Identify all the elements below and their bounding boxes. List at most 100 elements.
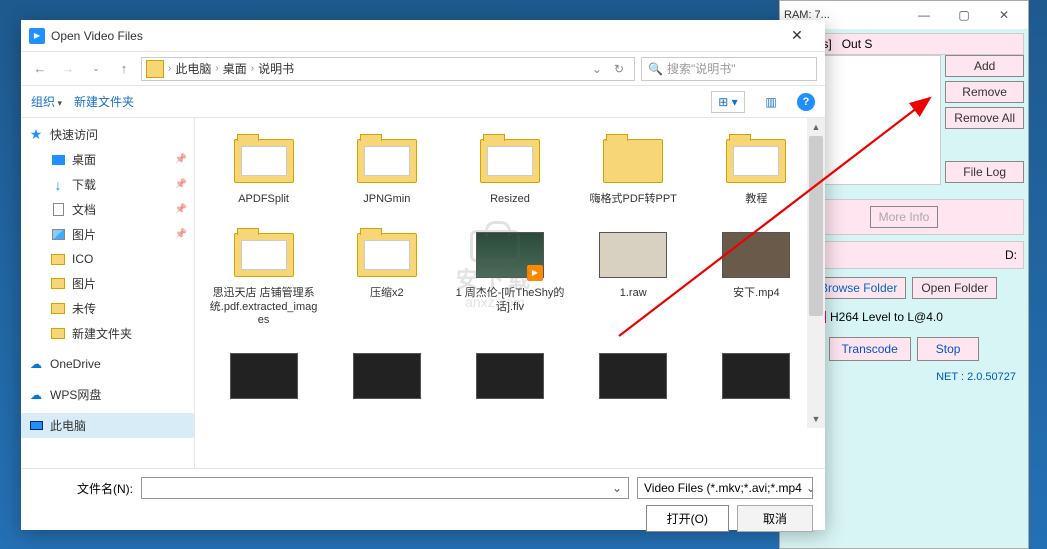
minimize-button[interactable]: —: [904, 4, 944, 26]
video-thumbnail: [476, 353, 544, 399]
video-thumbnail: [599, 353, 667, 399]
view-menu[interactable]: ⊞ ▾: [711, 91, 745, 113]
crumb-dropdown-icon[interactable]: ⌄: [586, 62, 608, 76]
filename-input[interactable]: [141, 477, 629, 499]
open-folder-button[interactable]: Open Folder: [912, 277, 997, 299]
file-item[interactable]: [449, 341, 570, 415]
sidebar-item-pictures[interactable]: 图片: [21, 222, 194, 247]
up-button[interactable]: ↑: [113, 58, 135, 80]
folder-icon: [480, 139, 540, 183]
close-button[interactable]: ✕: [984, 4, 1024, 26]
folder-icon: [51, 303, 65, 314]
file-log-button[interactable]: File Log: [945, 161, 1024, 183]
refresh-button[interactable]: ↻: [608, 62, 630, 76]
browse-folder-button[interactable]: Browse Folder: [811, 277, 906, 299]
folder-item[interactable]: 压缩x2: [326, 220, 447, 335]
folder-item[interactable]: JPNGmin: [326, 126, 447, 214]
h264-checkbox[interactable]: H264 Level to L@4.0: [814, 310, 943, 324]
folder-item[interactable]: Resized: [449, 126, 570, 214]
folder-item[interactable]: 嗨格式PDF转PPT: [573, 126, 694, 214]
folder-icon: [51, 328, 65, 339]
search-placeholder: 搜索"说明书": [667, 60, 736, 77]
organize-menu[interactable]: 组织: [31, 93, 62, 110]
crumb-thispc[interactable]: 此电脑: [175, 60, 211, 77]
sidebar-item-wps[interactable]: ☁WPS网盘: [21, 382, 194, 407]
folder-icon: [603, 139, 663, 183]
video-thumbnail: [230, 353, 298, 399]
search-icon: 🔍: [648, 62, 663, 76]
folder-icon: [146, 60, 164, 78]
preview-pane-button[interactable]: ▥: [757, 91, 785, 113]
more-info-button: More Info: [870, 206, 939, 228]
maximize-button[interactable]: ▢: [944, 4, 984, 26]
nav-bar: ← → ⌄ ↑ › 此电脑 › 桌面 › 说明书 ⌄ ↻ 🔍 搜索"说明书": [21, 52, 825, 86]
new-folder-button[interactable]: 新建文件夹: [74, 93, 134, 110]
dialog-close-button[interactable]: ✕: [777, 27, 817, 44]
video-thumbnail: [722, 353, 790, 399]
video-thumbnail: [722, 232, 790, 278]
file-view[interactable]: APDFSplit JPNGmin Resized 嗨格式PDF转PPT 教程 …: [195, 118, 825, 468]
sidebar-item-quick-access[interactable]: ★快速访问: [21, 122, 194, 147]
file-item[interactable]: [573, 341, 694, 415]
sidebar-item-ico[interactable]: ICO: [21, 247, 194, 271]
toolbar: 组织 新建文件夹 ⊞ ▾ ▥ ?: [21, 86, 825, 118]
sidebar-item-desktop[interactable]: 桌面: [21, 147, 194, 172]
crumb-desktop[interactable]: 桌面: [223, 60, 247, 77]
stop-button[interactable]: Stop: [917, 337, 980, 361]
scroll-down-button[interactable]: ▼: [807, 410, 825, 428]
folder-icon: [357, 139, 417, 183]
video-file-item[interactable]: ▶1 周杰伦-[听TheShy的话].flv: [449, 220, 570, 335]
file-item[interactable]: [326, 341, 447, 415]
sidebar-item-tupian[interactable]: 图片: [21, 271, 194, 296]
crumb-folder[interactable]: 说明书: [258, 60, 294, 77]
folder-item[interactable]: 思迅天店 店铺管理系统.pdf.extracted_images: [203, 220, 324, 335]
chevron-right-icon: ›: [211, 63, 222, 74]
sidebar-item-onedrive[interactable]: ☁OneDrive: [21, 352, 194, 376]
star-icon: ★: [28, 127, 44, 143]
sidebar-item-downloads[interactable]: ↓下载: [21, 172, 194, 197]
open-button[interactable]: 打开(O): [646, 505, 729, 532]
file-item[interactable]: [696, 341, 817, 415]
chevron-right-icon: ›: [247, 63, 258, 74]
folder-icon: [51, 254, 65, 265]
folder-item[interactable]: 教程: [696, 126, 817, 214]
drive-label: D:: [1005, 248, 1017, 262]
dialog-titlebar: Open Video Files ✕: [21, 20, 825, 52]
image-thumbnail: [599, 232, 667, 278]
video-thumbnail: [353, 353, 421, 399]
sidebar-item-documents[interactable]: 文档: [21, 197, 194, 222]
vertical-scrollbar[interactable]: ▲ ▼: [807, 118, 825, 428]
dialog-title: Open Video Files: [51, 29, 777, 43]
document-icon: [53, 203, 64, 216]
sidebar-item-thispc[interactable]: 此电脑: [21, 413, 194, 438]
file-item[interactable]: [203, 341, 324, 415]
transcode-button[interactable]: Transcode: [829, 337, 911, 361]
file-item[interactable]: 1.raw: [573, 220, 694, 335]
h264-label: H264 Level to L@4.0: [830, 310, 943, 324]
folder-item[interactable]: APDFSplit: [203, 126, 324, 214]
recent-button[interactable]: ⌄: [85, 58, 107, 80]
scroll-thumb[interactable]: [809, 136, 823, 316]
breadcrumb-bar[interactable]: › 此电脑 › 桌面 › 说明书 ⌄ ↻: [141, 57, 635, 81]
video-file-item[interactable]: 安下.mp4: [696, 220, 817, 335]
filetype-combo[interactable]: Video Files (*.mkv;*.avi;*.mp4: [637, 477, 813, 499]
remove-button[interactable]: Remove: [945, 81, 1024, 103]
search-input[interactable]: 🔍 搜索"说明书": [641, 57, 817, 81]
play-icon: ▶: [527, 265, 543, 281]
remove-all-button[interactable]: Remove All: [945, 107, 1024, 129]
cloud-icon: ☁: [28, 387, 44, 403]
header-outsize: Out S: [842, 37, 873, 51]
help-button[interactable]: ?: [797, 93, 815, 111]
folder-icon: [234, 139, 294, 183]
sidebar-item-weichuan[interactable]: 未传: [21, 296, 194, 321]
folder-icon: [51, 278, 65, 289]
scroll-up-button[interactable]: ▲: [807, 118, 825, 136]
cancel-button[interactable]: 取消: [737, 505, 813, 532]
add-button[interactable]: Add: [945, 55, 1024, 77]
forward-button[interactable]: →: [57, 58, 79, 80]
folder-icon: [357, 233, 417, 277]
cloud-icon: ☁: [28, 356, 44, 372]
sidebar-item-newfolder[interactable]: 新建文件夹: [21, 321, 194, 346]
back-button[interactable]: ←: [29, 58, 51, 80]
download-icon: ↓: [50, 177, 66, 193]
